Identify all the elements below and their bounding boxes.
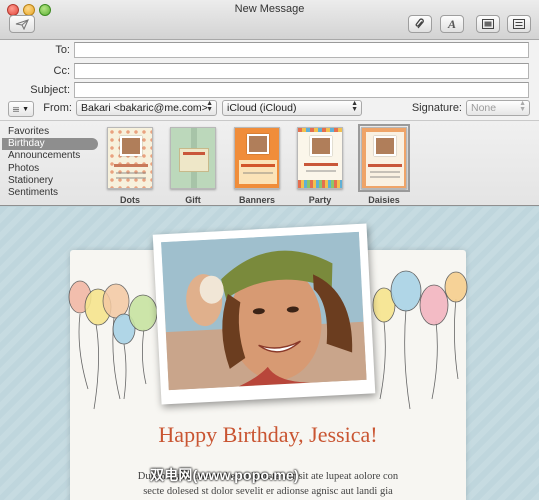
from-label: From:: [43, 102, 72, 114]
popup-arrows-icon: ▲ ▼: [206, 100, 213, 113]
signature-value: None: [471, 102, 497, 114]
portrait-illustration: [161, 231, 367, 391]
template-thumbnail: [358, 124, 410, 192]
balloons-left-decoration: [68, 280, 158, 410]
birthday-heading: Happy Birthday, Jessica!: [158, 422, 378, 447]
template-thumbnail: [107, 127, 153, 189]
template-thumbnail: [170, 127, 216, 189]
cc-field[interactable]: [74, 63, 529, 79]
title-bar: New Message A: [0, 0, 539, 40]
template-name: Party: [308, 195, 332, 205]
template-name: Gift: [185, 195, 201, 205]
thumbnail-line: [116, 172, 146, 174]
thumbnail-line: [370, 176, 400, 178]
stationery-pane: Favorites Birthday Announcements Photos …: [0, 120, 539, 206]
category-favorites[interactable]: Favorites: [2, 126, 98, 138]
photo-placeholder-frame[interactable]: [152, 223, 376, 405]
fonts-button[interactable]: A: [440, 15, 464, 33]
thumbnail-line: [243, 172, 273, 174]
thumbnail-title: [241, 164, 275, 167]
balloons-right-decoration: [372, 270, 468, 410]
thumbnail-photo: [120, 136, 142, 156]
portrait-photo: [161, 231, 367, 391]
thumbnail-title: [114, 164, 148, 167]
signature-popup[interactable]: None ▲ ▼: [466, 100, 530, 116]
from-account-popup[interactable]: Bakari <bakaric@me.com> ▲ ▼: [76, 100, 217, 116]
category-photos[interactable]: Photos: [2, 163, 98, 175]
thumbnail-title: [183, 152, 205, 155]
template-name: Dots: [120, 195, 140, 205]
chevron-down-icon: ▼: [22, 105, 29, 113]
thumbnail-photo: [374, 136, 396, 156]
category-stationery[interactable]: Stationery: [2, 175, 98, 187]
message-body[interactable]: Happy Birthday, Jessica! Duis nostrud ta…: [0, 207, 539, 500]
template-gift[interactable]: Gift: [170, 127, 220, 205]
body-text-line: secte dolesed st dolor sevelit er adions…: [143, 486, 393, 497]
thumbnail-confetti: [298, 128, 342, 132]
thumbnail-line: [116, 177, 146, 179]
window-title: New Message: [234, 3, 305, 15]
photo-browser-icon: [482, 19, 494, 29]
popup-arrows-icon: ▲ ▼: [519, 100, 526, 113]
template-thumbnail: [297, 127, 343, 189]
send-button[interactable]: [9, 15, 35, 33]
header-fields-button[interactable]: [507, 15, 531, 33]
category-birthday[interactable]: Birthday: [2, 138, 98, 151]
message-headers: To: Cc: Subject: ▼ From: Bakari <bakaric…: [0, 40, 539, 120]
template-dots[interactable]: Dots: [107, 127, 157, 205]
template-daisies[interactable]: Daisies: [358, 124, 411, 205]
thumbnail-line: [306, 170, 336, 172]
thumbnail-photo: [247, 134, 269, 154]
thumbnail-photo: [310, 136, 332, 156]
template-name: Banners: [238, 195, 275, 205]
category-announcements[interactable]: Announcements: [2, 150, 98, 162]
header-fields-icon: [513, 19, 525, 29]
account-value: iCloud (iCloud): [227, 102, 297, 114]
list-options-icon: [13, 106, 20, 112]
photo-browser-button[interactable]: [476, 15, 500, 33]
to-field[interactable]: [74, 42, 529, 58]
stationery-categories: Favorites Birthday Announcements Photos …: [2, 126, 98, 199]
paper-plane-icon: [15, 18, 29, 30]
signature-label: Signature:: [411, 102, 462, 114]
cc-label: Cc:: [53, 65, 71, 77]
thumbnail-confetti: [298, 180, 342, 188]
category-sentiments[interactable]: Sentiments: [2, 187, 98, 199]
from-value: Bakari <bakaric@me.com>: [81, 102, 208, 114]
subject-field[interactable]: [74, 82, 529, 98]
thumbnail-title: [304, 163, 338, 166]
watermark-text: 双电网(www.popo.me): [150, 467, 299, 483]
subject-label: Subject:: [30, 84, 70, 96]
smtp-account-popup[interactable]: iCloud (iCloud) ▲ ▼: [222, 100, 362, 116]
template-name: Daisies: [368, 195, 400, 205]
template-thumbnail: [234, 127, 280, 189]
font-A-icon: A: [447, 16, 456, 31]
template-banners[interactable]: Banners: [234, 127, 284, 205]
to-label: To:: [55, 44, 70, 56]
thumbnail-line: [370, 171, 400, 173]
attach-button[interactable]: [408, 15, 432, 33]
popup-arrows-icon: ▲ ▼: [351, 100, 358, 113]
template-party[interactable]: Party: [297, 127, 347, 205]
header-options-menu[interactable]: ▼: [8, 101, 34, 117]
thumbnail-title: [368, 164, 402, 167]
paperclip-icon: [415, 18, 424, 29]
